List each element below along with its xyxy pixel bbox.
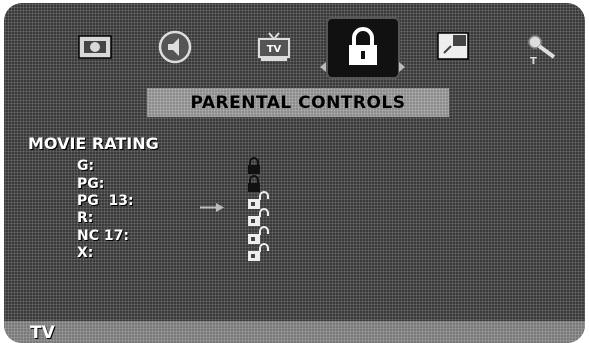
locked-icon[interactable] bbox=[245, 156, 271, 176]
rating-row-x[interactable]: X: bbox=[4, 243, 584, 263]
parental-lock-menu-icon[interactable] bbox=[326, 17, 400, 79]
tv-menu-screen: TV T PARENTAL CONTROLS MOVIE RATING G: P… bbox=[4, 3, 585, 343]
rating-row-pg[interactable]: PG: bbox=[4, 175, 584, 192]
selection-arrow-icon bbox=[200, 197, 224, 212]
setup-icon[interactable]: T bbox=[518, 25, 562, 69]
arrow-right-icon bbox=[399, 62, 405, 72]
arrow-left-icon bbox=[320, 62, 326, 72]
unlocked-icon[interactable] bbox=[245, 208, 271, 228]
rating-label: PG 13: bbox=[77, 193, 134, 209]
movie-rating-label: MOVIE RATING bbox=[28, 134, 159, 153]
rating-label: NC 17: bbox=[77, 228, 129, 244]
unlocked-icon[interactable] bbox=[245, 243, 271, 263]
rating-label: G: bbox=[77, 158, 95, 174]
rating-row-g[interactable]: G: bbox=[4, 156, 584, 176]
rating-row-nc17[interactable]: NC 17: bbox=[4, 226, 584, 244]
status-bar: TV bbox=[4, 321, 585, 343]
rating-row-pg13[interactable]: PG 13: bbox=[4, 191, 584, 212]
tv-icon[interactable]: TV bbox=[252, 25, 296, 69]
rating-label: R: bbox=[77, 210, 94, 226]
audio-icon[interactable] bbox=[153, 25, 197, 69]
rating-label: PG: bbox=[77, 176, 105, 192]
pip-icon[interactable] bbox=[431, 25, 475, 69]
setup-icon-label: T bbox=[530, 56, 537, 67]
rating-row-r[interactable]: R: bbox=[4, 208, 584, 228]
picture-icon[interactable] bbox=[73, 25, 117, 69]
rating-label: X: bbox=[77, 245, 94, 261]
page-title: PARENTAL CONTROLS bbox=[147, 88, 449, 117]
input-source-label: TV bbox=[30, 323, 55, 343]
tv-icon-label: TV bbox=[267, 44, 282, 55]
